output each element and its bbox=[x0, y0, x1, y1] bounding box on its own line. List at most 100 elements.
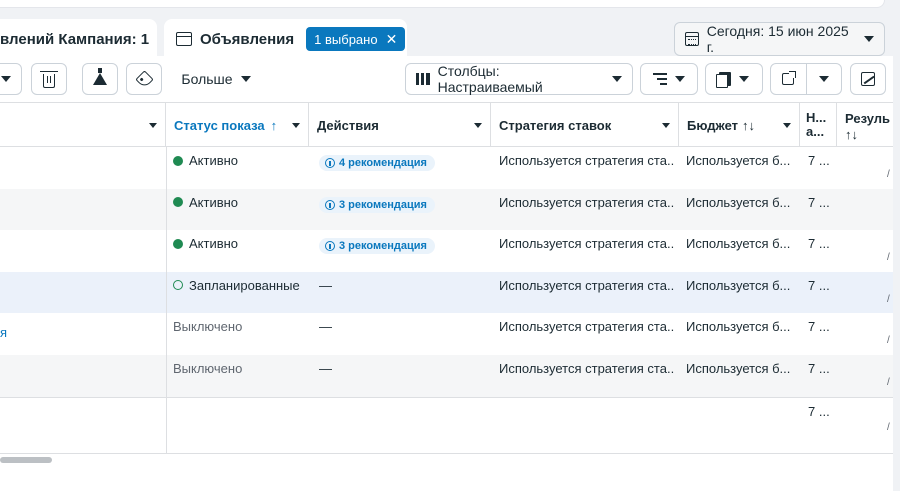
export-button[interactable] bbox=[771, 64, 806, 94]
tab-bar: влений Кампания: 1 Объявления 1 выбрано … bbox=[0, 8, 900, 59]
status-active-dot bbox=[173, 238, 183, 249]
recommendation-arrow-icon bbox=[325, 199, 335, 210]
recommendations-badge[interactable]: 3 рекомендация bbox=[319, 238, 435, 255]
breakdown-button[interactable] bbox=[640, 63, 698, 95]
table-row[interactable]: я Выключено — Используется стратегия ста...… bbox=[0, 313, 893, 355]
actions-cell: 3 рекомендация bbox=[319, 194, 487, 213]
toolbar: Больше Столбцы: Настраиваемый bbox=[0, 56, 900, 102]
column-header-truncated[interactable]: Н... а... bbox=[800, 103, 837, 147]
status-scheduled-dot bbox=[173, 280, 183, 291]
budget-cell: Используется б... bbox=[686, 277, 791, 293]
chevron-down-icon[interactable] bbox=[474, 122, 482, 128]
column-header-status-label: Статус показа bbox=[174, 117, 265, 133]
ad-window-icon bbox=[176, 32, 192, 46]
column-header-results-label: Резуль ↑↓ bbox=[845, 111, 891, 142]
budget-cell: Используется б... bbox=[686, 194, 791, 210]
horizontal-scrollbar[interactable] bbox=[0, 457, 60, 463]
actions-cell: — bbox=[319, 361, 487, 376]
column-header-bid-label: Стратегия ставок bbox=[499, 117, 612, 133]
tag-button[interactable] bbox=[126, 63, 162, 95]
chevron-down-icon bbox=[1, 76, 11, 82]
chevron-down-icon[interactable] bbox=[783, 122, 791, 128]
chevron-down-icon bbox=[818, 76, 829, 82]
status-label: Активно bbox=[189, 194, 239, 210]
chart-button[interactable] bbox=[850, 63, 886, 95]
recommendations-badge[interactable]: 4 рекомендация bbox=[319, 155, 435, 171]
table-row[interactable]: Активно 3 рекомендация Используется страте… bbox=[0, 188, 893, 231]
no-action: — bbox=[319, 361, 332, 376]
horizontal-scrollbar-thumb[interactable] bbox=[0, 457, 52, 463]
dropdown-button[interactable] bbox=[0, 63, 22, 95]
tab-campaign-label: влений Кампания: 1 bbox=[0, 30, 150, 48]
top-strip bbox=[0, 0, 900, 8]
column-header-name[interactable] bbox=[0, 103, 166, 147]
column-header-results[interactable]: Резуль ↑↓ bbox=[837, 103, 897, 147]
bid-strategy-cell: Используется стратегия ста... bbox=[499, 236, 675, 252]
ab-test-button[interactable] bbox=[82, 63, 118, 95]
bid-strategy-cell: Используется стратегия ста... bbox=[499, 361, 675, 376]
chevron-down-icon bbox=[612, 76, 622, 82]
budget-cell: Используется б... bbox=[686, 361, 791, 376]
actions-cell: 3 рекомендация bbox=[319, 235, 487, 255]
bid-strategy-cell: Используется стратегия ста... bbox=[499, 277, 675, 293]
bid-strategy-cell: Используется стратегия ста... bbox=[499, 194, 675, 210]
recommendations-label: 3 рекомендация bbox=[339, 240, 427, 253]
chevron-down-icon[interactable] bbox=[662, 122, 670, 128]
table-row[interactable]: Активно 3 рекомендация Используется страте… bbox=[0, 230, 893, 272]
sort-asc-icon: ↑ bbox=[270, 117, 278, 133]
table-row[interactable]: Выключено — Используется стратегия ста... И… bbox=[0, 355, 893, 397]
column-header-budget-label: Бюджет bbox=[687, 117, 738, 133]
chevron-down-icon bbox=[864, 36, 874, 42]
totals-cell-truncated: 7 ... bbox=[808, 404, 830, 419]
status-label: Запланированные bbox=[189, 277, 300, 293]
no-action: — bbox=[319, 319, 332, 335]
truncated-cell: 7 ... bbox=[808, 153, 830, 168]
tab-campaign[interactable]: влений Кампания: 1 bbox=[0, 19, 157, 59]
truncated-cell: 7 ... bbox=[808, 361, 830, 376]
status-cell: Запланированные bbox=[173, 278, 303, 293]
tag-icon bbox=[134, 69, 154, 89]
chevron-down-icon[interactable] bbox=[149, 122, 157, 128]
table-header: Статус показа ↑ Действия Стратегия ставо… bbox=[0, 102, 893, 147]
recommendations-badge[interactable]: 3 рекомендация bbox=[319, 196, 435, 213]
recommendations-label: 4 рекомендация bbox=[339, 157, 427, 169]
breakdown-icon bbox=[653, 73, 667, 85]
table-row[interactable]: Активно 4 рекомендация Используется страте… bbox=[0, 147, 893, 189]
export-dropdown-button[interactable] bbox=[805, 64, 841, 94]
export-button-group bbox=[770, 63, 842, 95]
budget-cell: Используется б... bbox=[686, 153, 791, 168]
status-label: Активно bbox=[189, 153, 239, 168]
date-range-button[interactable]: Сегодня: 15 июн 2025 г. bbox=[674, 22, 885, 56]
truncated-cell: 7 ... bbox=[808, 236, 830, 252]
column-header-bid-strategy[interactable]: Стратегия ставок bbox=[491, 103, 679, 147]
actions-cell: — bbox=[319, 278, 487, 293]
more-label: Больше bbox=[181, 71, 233, 87]
sort-icon: ↑↓ bbox=[845, 127, 858, 142]
export-icon bbox=[782, 71, 797, 85]
close-icon[interactable]: ✕ bbox=[386, 32, 398, 46]
date-range-label: Сегодня: 15 июн 2025 г. bbox=[706, 23, 849, 55]
chevron-down-icon bbox=[739, 76, 749, 82]
column-header-actions[interactable]: Действия bbox=[309, 103, 491, 147]
selected-count-pill[interactable]: 1 выбрано ✕ bbox=[306, 27, 406, 51]
report-icon bbox=[716, 72, 731, 88]
status-cell: Активно bbox=[173, 236, 303, 251]
tab-ads[interactable]: Объявления 1 выбрано ✕ bbox=[164, 19, 407, 59]
ad-name-cell[interactable]: я bbox=[0, 325, 160, 340]
column-header-budget[interactable]: Бюджет ↑↓ bbox=[679, 103, 800, 147]
columns-label: Столбцы: Настраиваемый bbox=[437, 63, 543, 95]
reports-button[interactable] bbox=[705, 63, 763, 95]
columns-button[interactable]: Столбцы: Настраиваемый bbox=[405, 63, 633, 95]
status-cell: Выключено bbox=[173, 319, 303, 334]
budget-cell: Используется б... bbox=[686, 236, 791, 252]
table-row[interactable]: Запланированные — Используется стратегия с… bbox=[0, 271, 893, 314]
chart-icon bbox=[861, 72, 875, 86]
more-button[interactable]: Больше bbox=[172, 63, 260, 95]
chevron-down-icon[interactable] bbox=[292, 122, 300, 128]
selected-count-label: 1 выбрано bbox=[314, 31, 378, 47]
column-header-status[interactable]: Статус показа ↑ bbox=[166, 103, 309, 147]
status-cell: Активно bbox=[173, 153, 303, 168]
bid-strategy-cell: Используется стратегия ста... bbox=[499, 319, 675, 335]
delete-button[interactable] bbox=[31, 63, 67, 95]
chevron-down-icon bbox=[240, 76, 251, 82]
